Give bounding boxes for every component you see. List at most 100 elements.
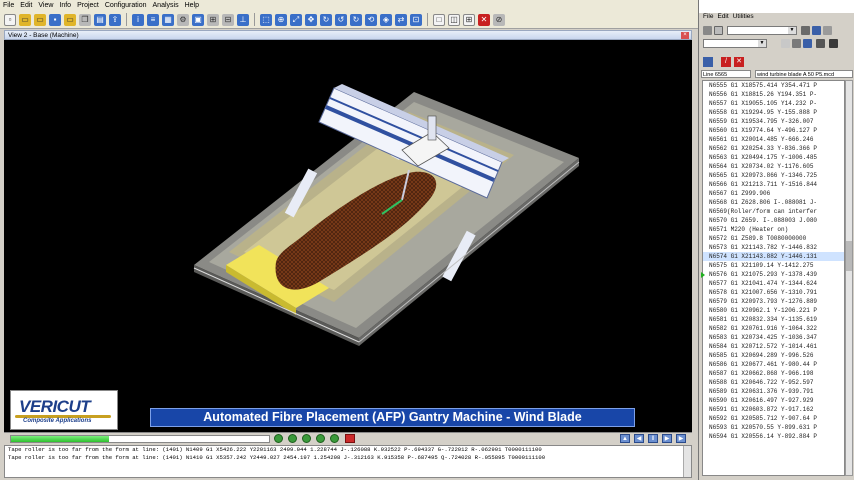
- pan-icon[interactable]: ✥: [305, 13, 317, 26]
- menu-info[interactable]: Info: [56, 0, 74, 11]
- info-icon[interactable]: i: [132, 13, 144, 26]
- menu-help[interactable]: Help: [182, 0, 202, 11]
- play-button[interactable]: [316, 434, 325, 443]
- list-icon[interactable]: ≡: [147, 13, 159, 26]
- nc-line[interactable]: N6594 G1 X20556.14 Y-892.884 P: [703, 432, 844, 441]
- reset-model-button[interactable]: [274, 434, 283, 443]
- reset-icon[interactable]: ⊘: [493, 13, 505, 26]
- view-top-icon[interactable]: ⊡: [410, 13, 422, 26]
- rotate-x-icon[interactable]: ↺: [335, 13, 347, 26]
- new-file-icon[interactable]: ▫: [4, 13, 16, 26]
- nc-line[interactable]: N6593 G1 X20570.55 Y-899.631 P: [703, 423, 844, 432]
- nc-line[interactable]: N6557 G1 X19055.105 Y14.232 P-: [703, 99, 844, 108]
- nc-line[interactable]: N6567 G1 Z999.906: [703, 189, 844, 198]
- nav-pause-icon[interactable]: ‖: [648, 434, 658, 443]
- nc-line[interactable]: N6576 G1 X21075.293 Y-1378.439: [703, 270, 844, 279]
- nc-line[interactable]: N6555 G1 X18575.414 Y354.471 P: [703, 81, 844, 90]
- nc-line[interactable]: N6556 G1 X18815.26 Y194.351 P-: [703, 90, 844, 99]
- close-view-icon[interactable]: ✕: [478, 13, 490, 26]
- menu-view[interactable]: View: [35, 0, 56, 11]
- nc-line[interactable]: N6582 G1 X20761.916 Y-1064.322: [703, 324, 844, 333]
- list-view-icon[interactable]: [801, 26, 810, 35]
- delete-icon[interactable]: ✕: [734, 57, 744, 67]
- print-icon[interactable]: ▤: [94, 13, 106, 26]
- nav-next-icon[interactable]: ▶: [662, 434, 672, 443]
- settings-icon[interactable]: ⚙: [177, 13, 189, 26]
- nc-line[interactable]: N6571 M220 (Heater on): [703, 225, 844, 234]
- nc-search-select[interactable]: ▼: [703, 39, 767, 48]
- nc-line[interactable]: N6562 G1 X20254.33 Y-836.366 P: [703, 144, 844, 153]
- fixture-icon[interactable]: ⊞: [207, 13, 219, 26]
- view-orient-icon[interactable]: ◈: [380, 13, 392, 26]
- nc-line[interactable]: N6568 G1 Z628.806 I-.088081 J-: [703, 198, 844, 207]
- nc-menu-utilities[interactable]: Utilities: [733, 13, 754, 23]
- nc-line[interactable]: N6590 G1 X20616.497 Y-927.929: [703, 396, 844, 405]
- nc-line[interactable]: N6560 G1 X19774.64 Y-496.127 P: [703, 126, 844, 135]
- play-to-end-button[interactable]: [288, 434, 297, 443]
- filter-icon[interactable]: [812, 26, 821, 35]
- rotate-icon[interactable]: ↻: [320, 13, 332, 26]
- nc-line[interactable]: N6586 G1 X20677.461 Y-980.44 P: [703, 360, 844, 369]
- nc-line[interactable]: N6579 G1 X20973.793 Y-1276.889: [703, 297, 844, 306]
- options-icon[interactable]: [823, 26, 832, 35]
- layout-single-icon[interactable]: □: [433, 13, 445, 26]
- nc-line[interactable]: N6569(Roller/form can interfer: [703, 207, 844, 216]
- nc-line[interactable]: N6592 G1 X20585.712 Y-907.64 P: [703, 414, 844, 423]
- menu-file[interactable]: File: [0, 0, 17, 11]
- export-icon[interactable]: ⇪: [109, 13, 121, 26]
- nc-line[interactable]: N6573 G1 X21143.782 Y-1446.832: [703, 243, 844, 252]
- nc-menu-edit[interactable]: Edit: [717, 13, 728, 23]
- layout-quad-icon[interactable]: ⊞: [463, 13, 475, 26]
- message-log[interactable]: Tape roller is too far from the form at …: [4, 445, 692, 478]
- layout-split-icon[interactable]: ◫: [448, 13, 460, 26]
- step-button[interactable]: [302, 434, 311, 443]
- rotate-z-icon[interactable]: ⟲: [365, 13, 377, 26]
- nc-edit-icon[interactable]: [703, 57, 713, 67]
- close-view-button[interactable]: ×: [681, 32, 689, 39]
- nc-line[interactable]: N6589 G1 X20631.376 Y-939.791: [703, 387, 844, 396]
- image-icon[interactable]: [703, 26, 712, 35]
- nc-line[interactable]: N6584 G1 X20712.572 Y-1014.461: [703, 342, 844, 351]
- nc-line[interactable]: N6581 G1 X20832.334 Y-1135.619: [703, 315, 844, 324]
- nc-line[interactable]: N6564 G1 X20734.02 Y-1176.605: [703, 162, 844, 171]
- nc-line[interactable]: N6583 G1 X20734.425 Y-1036.347: [703, 333, 844, 342]
- nc-line[interactable]: N6559 G1 X19534.795 Y-326.007: [703, 117, 844, 126]
- find-icon[interactable]: [781, 39, 790, 48]
- nc-line[interactable]: N6558 G1 X19294.95 Y-155.888 P: [703, 108, 844, 117]
- nc-line[interactable]: N6577 G1 X21041.474 Y-1344.624: [703, 279, 844, 288]
- scrollbar-thumb[interactable]: [846, 241, 852, 271]
- folder-icon[interactable]: ▭: [64, 13, 76, 26]
- nc-line[interactable]: N6585 G1 X20694.289 Y-996.526: [703, 351, 844, 360]
- stop-button[interactable]: [345, 434, 355, 443]
- page-icon[interactable]: [714, 26, 723, 35]
- nc-line[interactable]: N6563 G1 X20494.175 Y-1006.485: [703, 153, 844, 162]
- nc-line[interactable]: N6578 G1 X21007.656 Y-1310.791: [703, 288, 844, 297]
- open-project-icon[interactable]: ▭: [34, 13, 46, 26]
- 3d-viewport[interactable]: [4, 40, 692, 432]
- nc-line[interactable]: N6580 G1 X20962.1 Y-1206.221 P: [703, 306, 844, 315]
- menu-analysis[interactable]: Analysis: [150, 0, 182, 11]
- nc-line[interactable]: N6572 G1 Z589.8 T0080000000: [703, 234, 844, 243]
- machine-icon[interactable]: ▣: [192, 13, 204, 26]
- nav-first-icon[interactable]: ◀: [634, 434, 644, 443]
- nav-up-icon[interactable]: ▲: [620, 434, 630, 443]
- pencil-icon[interactable]: /: [721, 57, 731, 67]
- nc-line[interactable]: N6570 G1 Z659. I-.088003 J.080: [703, 216, 844, 225]
- rotate-y-icon[interactable]: ↻: [350, 13, 362, 26]
- log-scrollbar[interactable]: [683, 446, 691, 477]
- nc-line[interactable]: N6561 G1 X20014.485 Y-666.246: [703, 135, 844, 144]
- menu-configuration[interactable]: Configuration: [102, 0, 150, 11]
- nc-line[interactable]: N6575 G1 X21109.14 Y-1412.275: [703, 261, 844, 270]
- fit-view-icon[interactable]: ⤢: [290, 13, 302, 26]
- nc-file-select[interactable]: ▼: [727, 26, 797, 35]
- nc-line[interactable]: N6588 G1 X20646.722 Y-952.597: [703, 378, 844, 387]
- grid-icon[interactable]: ▦: [162, 13, 174, 26]
- menu-project[interactable]: Project: [74, 0, 102, 11]
- open-folder-icon[interactable]: ▭: [19, 13, 31, 26]
- nc-line[interactable]: N6566 G1 X21213.711 Y-1516.844: [703, 180, 844, 189]
- columns-icon[interactable]: [829, 39, 838, 48]
- menu-edit[interactable]: Edit: [17, 0, 35, 11]
- stock-icon[interactable]: ⊟: [222, 13, 234, 26]
- find-next-icon[interactable]: [792, 39, 801, 48]
- copy-icon[interactable]: ❐: [79, 13, 91, 26]
